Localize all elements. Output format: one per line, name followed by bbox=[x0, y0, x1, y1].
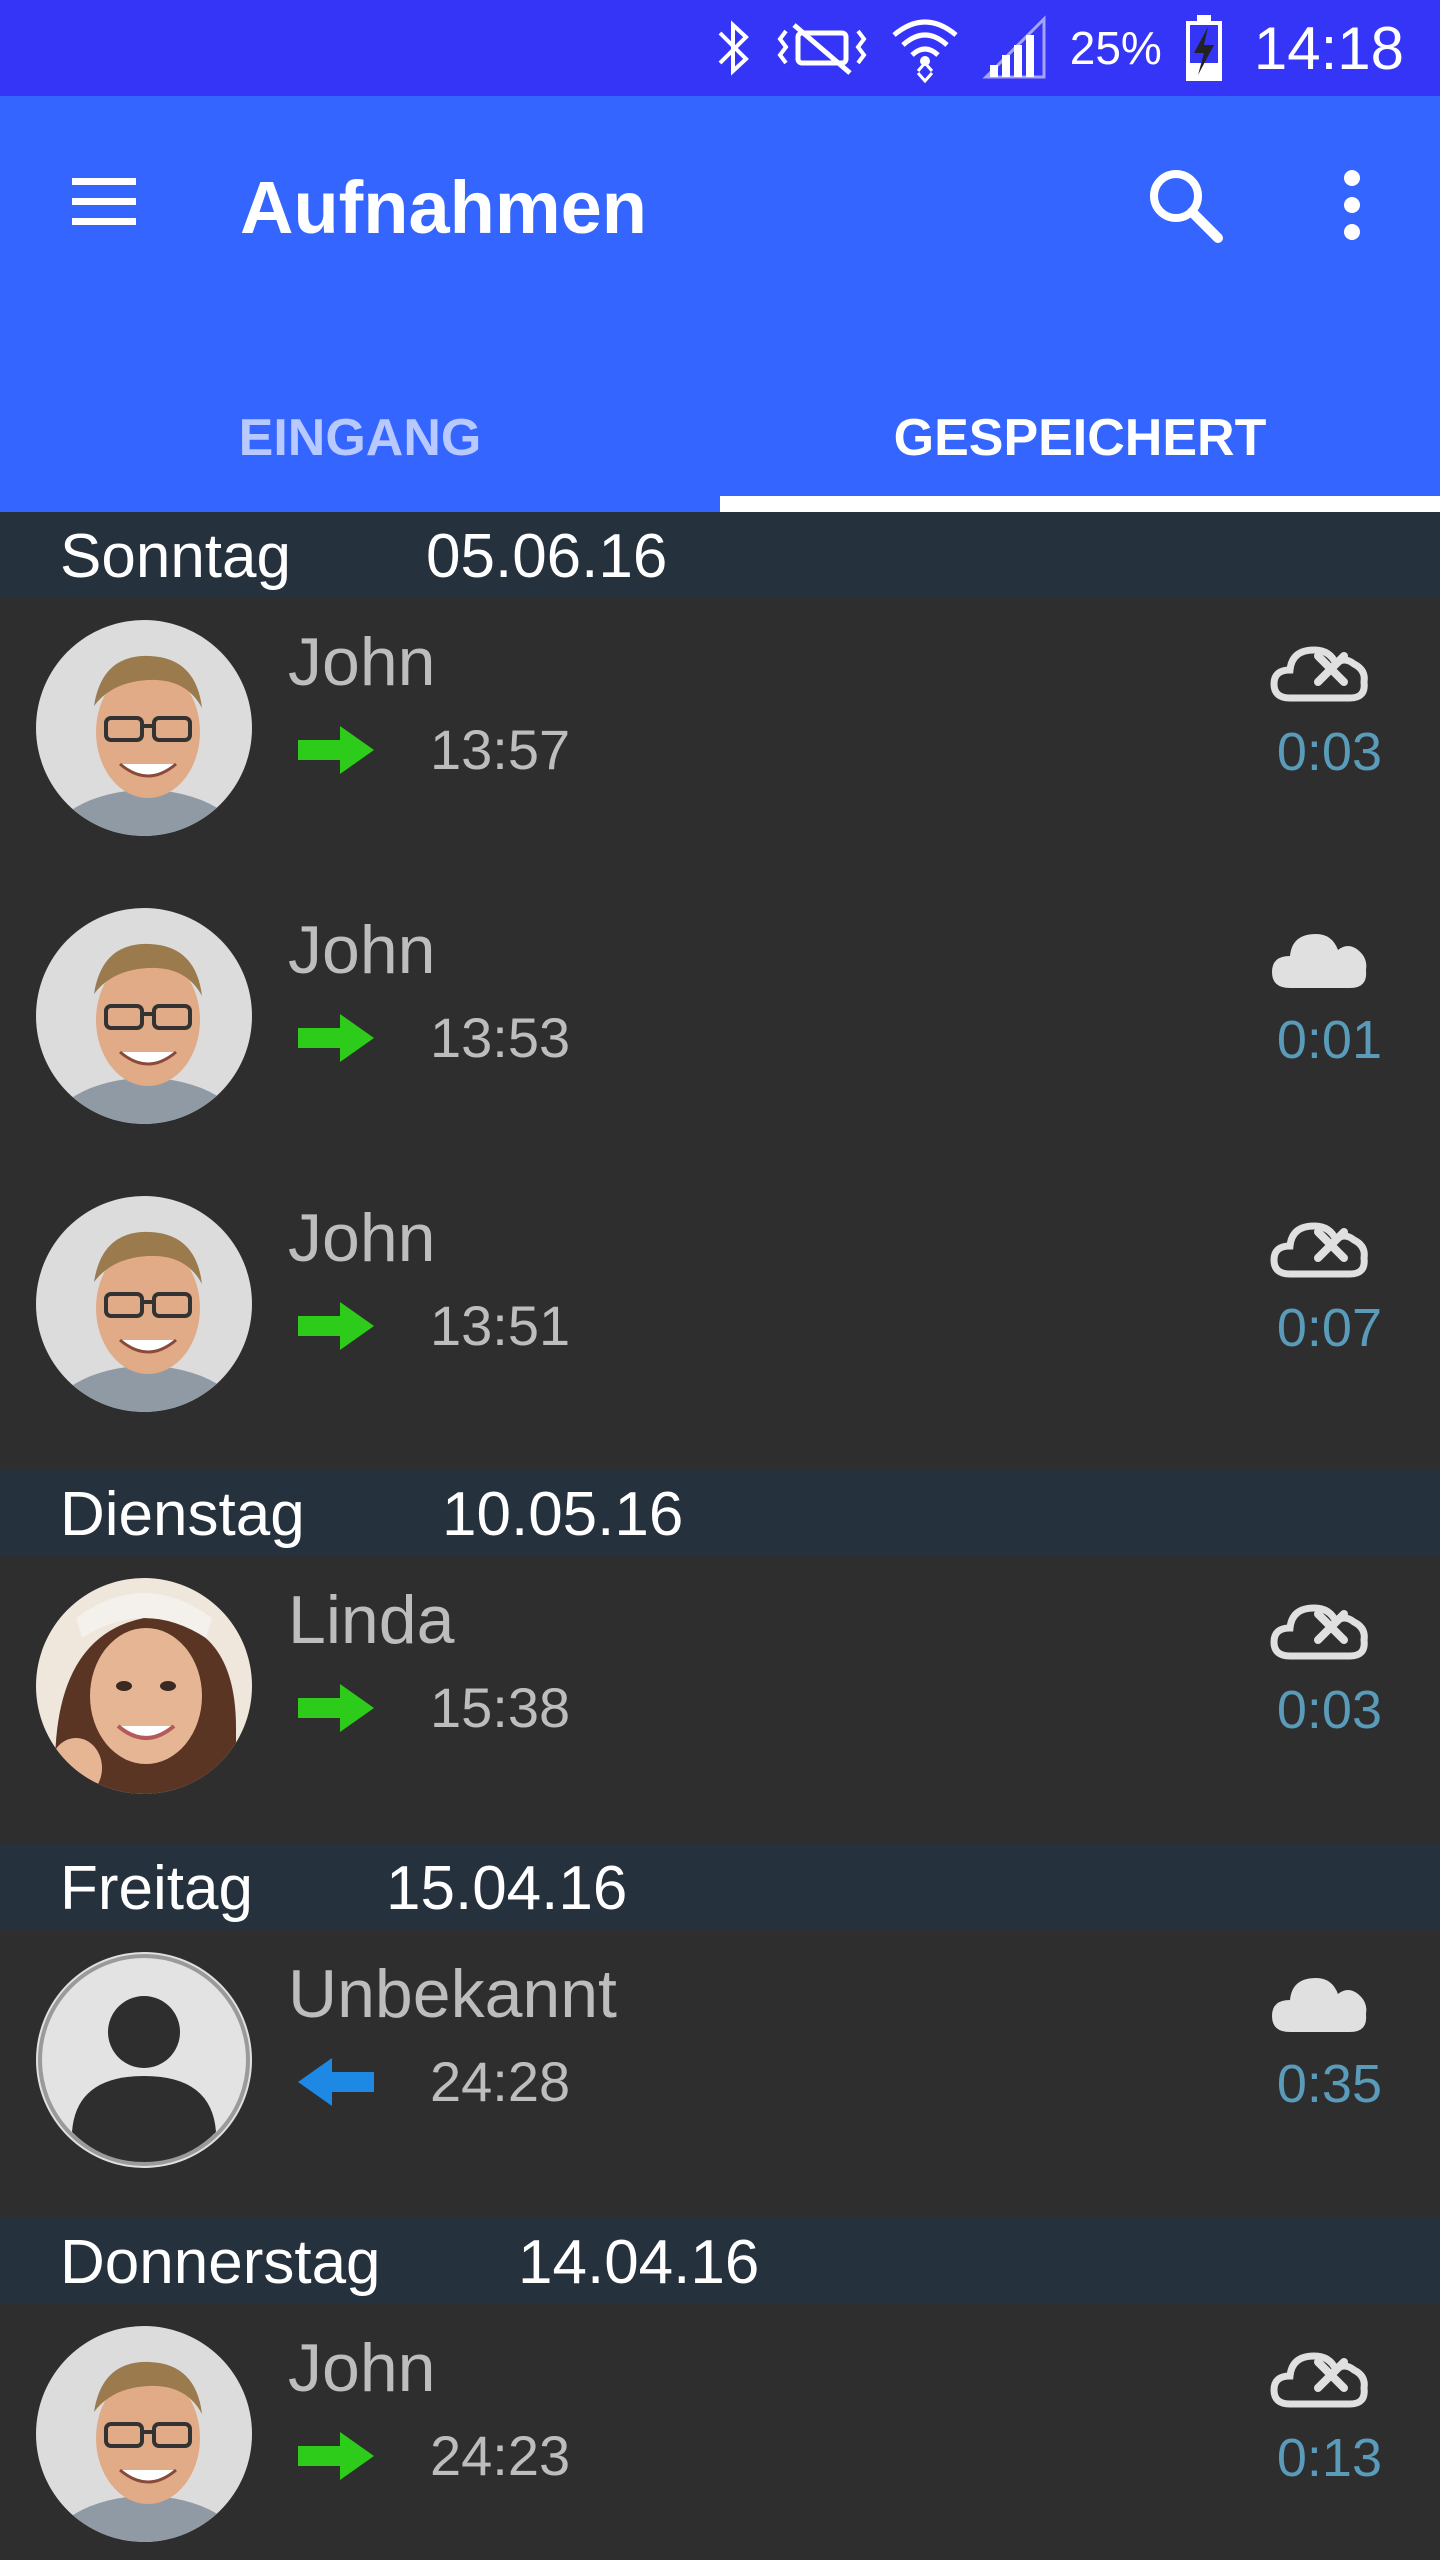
recording-row[interactable]: John 13:53 0:01 bbox=[0, 886, 1440, 1174]
duration: 0:01 bbox=[1276, 1010, 1382, 1070]
cloud-icon[interactable] bbox=[1270, 1968, 1370, 2040]
outgoing-arrow-icon bbox=[296, 722, 376, 778]
cloud-off-icon[interactable] bbox=[1270, 636, 1370, 708]
status-time: 14:18 bbox=[1253, 14, 1404, 82]
avatar-unknown bbox=[36, 1952, 252, 2168]
tab-eingang[interactable]: EINGANG bbox=[0, 376, 720, 512]
call-time: 13:57 bbox=[430, 718, 571, 781]
contact-name: John bbox=[288, 2330, 436, 2406]
avatar-linda bbox=[36, 1578, 252, 1794]
status-icons: 25% 14:18 bbox=[714, 0, 1404, 96]
wifi-icon bbox=[890, 13, 960, 83]
contact-name: John bbox=[288, 912, 436, 988]
contact-name: John bbox=[288, 1200, 436, 1276]
status-bar: 25% 14:18 bbox=[0, 0, 1440, 96]
avatar-john bbox=[36, 2326, 252, 2542]
recording-row[interactable]: John 13:57 0:03 bbox=[0, 598, 1440, 886]
cloud-off-icon[interactable] bbox=[1270, 2342, 1370, 2414]
search-icon bbox=[1140, 170, 1230, 254]
recording-row[interactable]: John 13:51 0:07 bbox=[0, 1174, 1440, 1462]
page-title: Aufnahmen bbox=[240, 166, 647, 249]
call-time: 13:53 bbox=[430, 1006, 571, 1069]
day-name: Freitag bbox=[60, 1854, 253, 1923]
tab-selected-indicator bbox=[720, 496, 1440, 512]
contact-name: Unbekannt bbox=[288, 1956, 617, 2032]
avatar-john bbox=[36, 620, 252, 836]
day-date: 10.05.16 bbox=[442, 1480, 684, 1549]
tab-gespeichert[interactable]: GESPEICHERT bbox=[720, 376, 1440, 512]
day-header: Dienstag 10.05.16 bbox=[0, 1470, 1440, 1556]
search-button[interactable] bbox=[1140, 160, 1230, 250]
duration: 0:07 bbox=[1276, 1298, 1382, 1358]
duration: 0:13 bbox=[1276, 2428, 1382, 2488]
day-header: Freitag 15.04.16 bbox=[0, 1844, 1440, 1930]
cloud-off-icon[interactable] bbox=[1270, 1594, 1370, 1666]
battery-charging-icon bbox=[1184, 13, 1224, 83]
app-bar: Aufnahmen EINGANG GESPEICHERT bbox=[0, 96, 1440, 512]
recording-row[interactable]: Unbekannt 24:28 0:35 bbox=[0, 1930, 1440, 2218]
day-date: 15.04.16 bbox=[386, 1854, 628, 1923]
more-vert-icon bbox=[1316, 170, 1388, 254]
vibrate-icon bbox=[776, 17, 868, 79]
duration: 0:03 bbox=[1276, 1680, 1382, 1740]
recordings-list: Sonntag 05.06.16 John 13:57 0:03 John 13… bbox=[0, 512, 1440, 2560]
duration: 0:35 bbox=[1276, 2054, 1382, 2114]
day-header: Sonntag 05.06.16 bbox=[0, 512, 1440, 598]
outgoing-arrow-icon bbox=[296, 1010, 376, 1066]
call-time: 24:28 bbox=[430, 2050, 571, 2113]
recording-row[interactable]: Linda 15:38 0:03 bbox=[0, 1556, 1440, 1844]
outgoing-arrow-icon bbox=[296, 2428, 376, 2484]
day-name: Dienstag bbox=[60, 1480, 305, 1549]
incoming-arrow-icon bbox=[296, 2054, 376, 2110]
duration: 0:03 bbox=[1276, 722, 1382, 782]
menu-icon bbox=[62, 178, 142, 242]
outgoing-arrow-icon bbox=[296, 1680, 376, 1736]
more-options-button[interactable] bbox=[1316, 160, 1388, 250]
contact-name: Linda bbox=[288, 1582, 455, 1658]
recording-row[interactable]: John 24:23 0:13 bbox=[0, 2304, 1440, 2560]
cloud-icon[interactable] bbox=[1270, 924, 1370, 996]
day-name: Sonntag bbox=[60, 522, 291, 591]
contact-name: John bbox=[288, 624, 436, 700]
call-time: 13:51 bbox=[430, 1294, 571, 1357]
day-name: Donnerstag bbox=[60, 2228, 381, 2297]
cloud-off-icon[interactable] bbox=[1270, 1212, 1370, 1284]
avatar-john bbox=[36, 908, 252, 1124]
day-date: 14.04.16 bbox=[518, 2228, 760, 2297]
bluetooth-icon bbox=[714, 17, 754, 79]
avatar-john bbox=[36, 1196, 252, 1412]
battery-percent: 25% bbox=[1069, 22, 1162, 74]
call-time: 15:38 bbox=[430, 1676, 571, 1739]
menu-button[interactable] bbox=[62, 166, 162, 238]
outgoing-arrow-icon bbox=[296, 1298, 376, 1354]
call-time: 24:23 bbox=[430, 2424, 571, 2487]
day-header: Donnerstag 14.04.16 bbox=[0, 2218, 1440, 2304]
day-date: 05.06.16 bbox=[426, 522, 668, 591]
signal-icon bbox=[982, 15, 1048, 81]
